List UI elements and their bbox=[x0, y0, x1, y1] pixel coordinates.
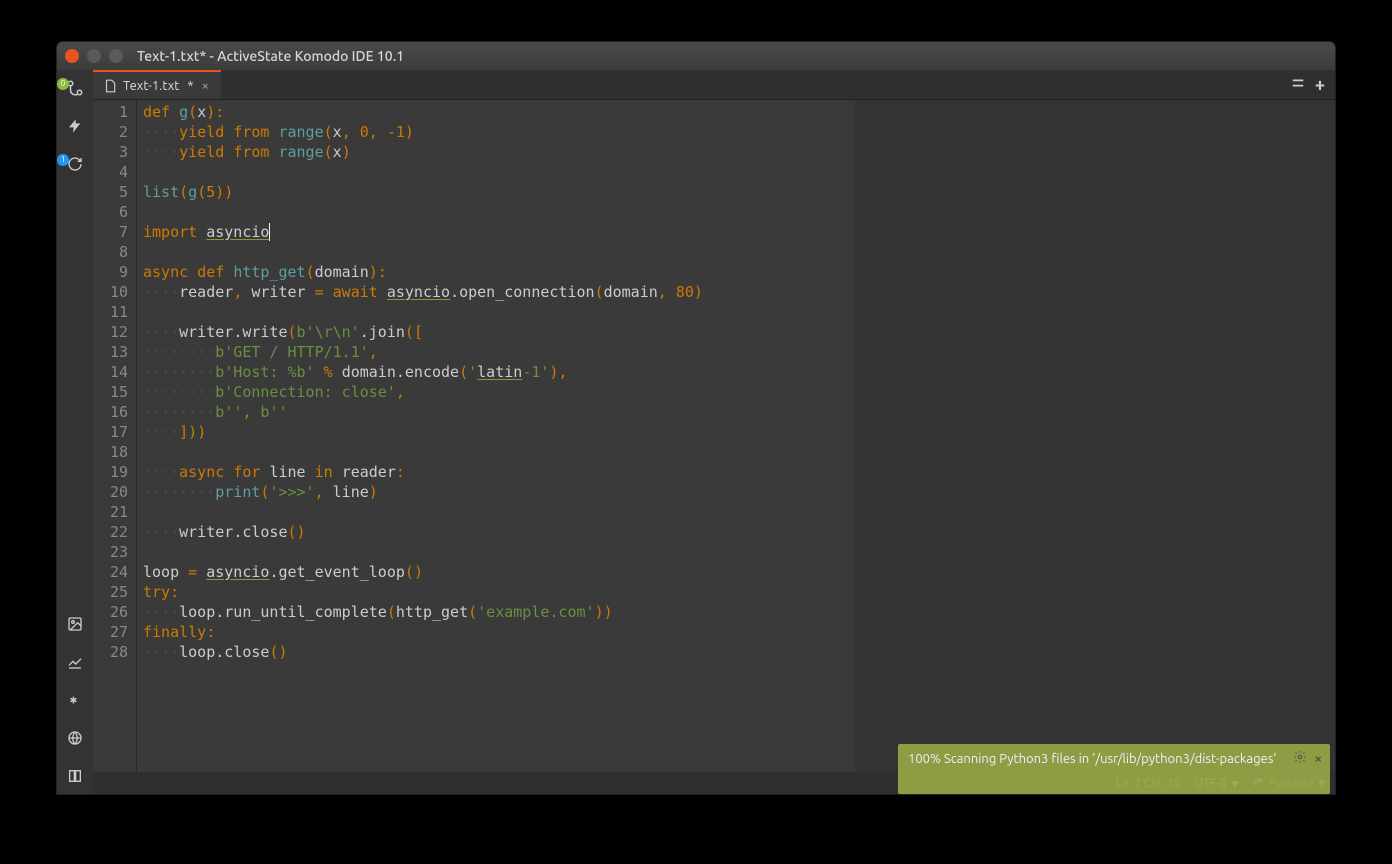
line-number: 18 bbox=[93, 442, 128, 462]
line-number: 19 bbox=[93, 462, 128, 482]
line-number: 7 bbox=[93, 222, 128, 242]
window-title: Text-1.txt* - ActiveState Komodo IDE 10.… bbox=[137, 48, 404, 64]
line-number: 9 bbox=[93, 262, 128, 282]
window-close-button[interactable] bbox=[65, 49, 79, 63]
line-number: 4 bbox=[93, 162, 128, 182]
line-number: 16 bbox=[93, 402, 128, 422]
globe-icon[interactable] bbox=[63, 726, 87, 750]
editor-area: 1234567891011121314151617181920212223242… bbox=[93, 100, 1335, 772]
document-icon bbox=[103, 79, 117, 93]
line-number: 2 bbox=[93, 122, 128, 142]
line-number: 1 bbox=[93, 102, 128, 122]
tab-bar: Text-1.txt * × + bbox=[93, 70, 1335, 100]
sync-icon[interactable] bbox=[63, 152, 87, 176]
line-number: 14 bbox=[93, 362, 128, 382]
line-number: 5 bbox=[93, 182, 128, 202]
line-number: 8 bbox=[93, 242, 128, 262]
svg-text:✱: ✱ bbox=[70, 694, 78, 705]
image-icon[interactable] bbox=[63, 612, 87, 636]
line-number: 26 bbox=[93, 602, 128, 622]
line-number: 17 bbox=[93, 422, 128, 442]
notification-close-button[interactable]: × bbox=[1315, 750, 1322, 769]
code-editor[interactable]: 1234567891011121314151617181920212223242… bbox=[93, 100, 1335, 772]
regex-icon[interactable]: ✱ bbox=[63, 688, 87, 712]
line-number: 3 bbox=[93, 142, 128, 162]
line-number: 21 bbox=[93, 502, 128, 522]
line-number: 23 bbox=[93, 542, 128, 562]
new-tab-button[interactable]: + bbox=[1315, 75, 1325, 95]
vcs-icon[interactable] bbox=[63, 76, 87, 100]
book-icon[interactable] bbox=[63, 764, 87, 788]
lightning-icon[interactable] bbox=[63, 114, 87, 138]
line-number: 20 bbox=[93, 482, 128, 502]
editor-right-gutter bbox=[855, 100, 1335, 772]
line-number: 22 bbox=[93, 522, 128, 542]
ide-window: Text-1.txt* - ActiveState Komodo IDE 10.… bbox=[57, 42, 1335, 794]
line-number: 15 bbox=[93, 382, 128, 402]
line-number: 10 bbox=[93, 282, 128, 302]
line-number: 6 bbox=[93, 202, 128, 222]
tab-close-button[interactable]: × bbox=[200, 79, 211, 93]
file-tab[interactable]: Text-1.txt * × bbox=[93, 70, 221, 99]
line-number: 25 bbox=[93, 582, 128, 602]
window-titlebar[interactable]: Text-1.txt* - ActiveState Komodo IDE 10.… bbox=[57, 42, 1335, 70]
line-number: 11 bbox=[93, 302, 128, 322]
tab-list-icon[interactable] bbox=[1291, 76, 1305, 94]
chart-icon[interactable] bbox=[63, 650, 87, 674]
line-number: 27 bbox=[93, 622, 128, 642]
window-maximize-button[interactable] bbox=[109, 49, 123, 63]
left-sidebar: ✱ bbox=[57, 70, 93, 794]
tab-modified-marker: * bbox=[187, 79, 193, 93]
main-area: Text-1.txt * × + 12345678910111213141516… bbox=[93, 70, 1335, 794]
notification-text: 100% Scanning Python3 files in '/usr/lib… bbox=[908, 752, 1276, 766]
line-number-gutter: 1234567891011121314151617181920212223242… bbox=[93, 100, 137, 772]
window-minimize-button[interactable] bbox=[87, 49, 101, 63]
line-number: 12 bbox=[93, 322, 128, 342]
line-number: 28 bbox=[93, 642, 128, 662]
line-number: 13 bbox=[93, 342, 128, 362]
tab-filename: Text-1.txt bbox=[123, 79, 179, 93]
notification-toast: 100% Scanning Python3 files in '/usr/lib… bbox=[898, 744, 1330, 794]
line-number: 24 bbox=[93, 562, 128, 582]
notification-settings-icon[interactable] bbox=[1293, 750, 1307, 769]
